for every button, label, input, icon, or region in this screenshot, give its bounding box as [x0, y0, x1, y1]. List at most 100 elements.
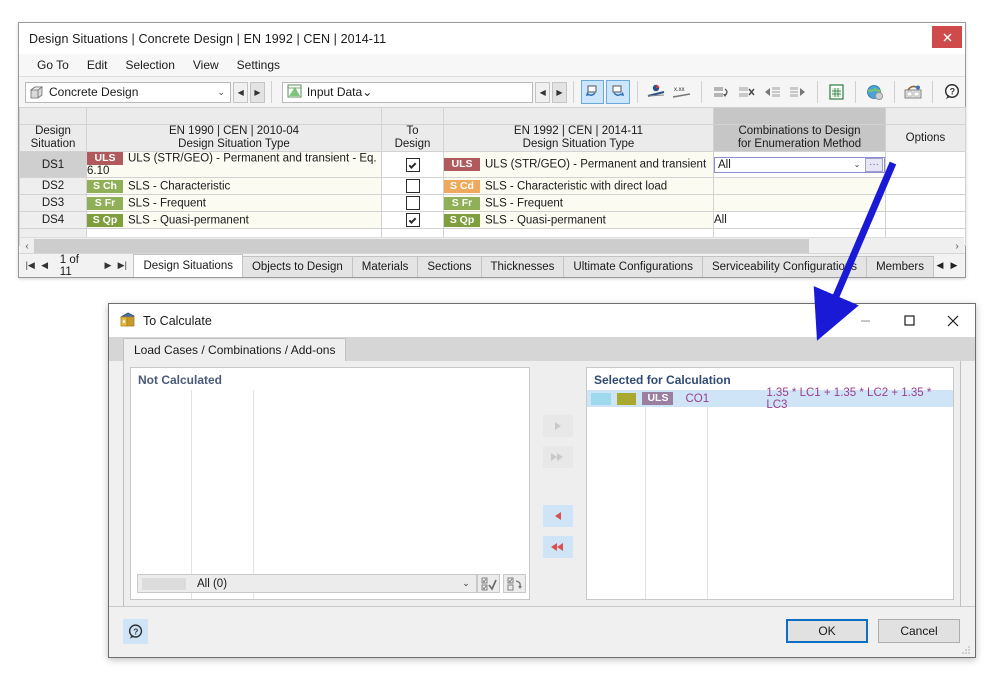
checkbox-to-design-1[interactable]	[405, 157, 420, 172]
table-row[interactable]: DS2 S Ch SLS - Characteristic S Cd SLS - C…	[19, 177, 966, 196]
col-header-to-design[interactable]: To Design	[381, 124, 444, 152]
invert-selection-button[interactable]	[503, 574, 526, 593]
dialog-close-button[interactable]	[931, 304, 975, 337]
module-next-button[interactable]: ▶	[250, 81, 265, 103]
printout-report-button[interactable]	[902, 80, 926, 104]
decimal-places-button[interactable]: x.xx	[671, 80, 695, 104]
menu-item-view[interactable]: View	[184, 56, 228, 74]
table-row[interactable]: DS4 S Qp SLS - Quasi-permanent S Qp SLS - …	[19, 211, 966, 230]
cell-to-design-1[interactable]	[381, 150, 444, 179]
resize-grip-icon[interactable]	[962, 645, 971, 654]
cell-ds-2[interactable]: DS2	[19, 177, 87, 196]
checkbox-to-design-4[interactable]	[405, 213, 420, 228]
record-next-button[interactable]: ▶	[101, 260, 115, 271]
cell-combinations-2[interactable]	[713, 177, 886, 196]
cell-ds-1[interactable]: DS1	[19, 150, 87, 179]
excel-export-button[interactable]	[825, 80, 849, 104]
window-close-button[interactable]	[932, 26, 962, 48]
scroll-thumb[interactable]	[34, 239, 809, 253]
tab-members[interactable]: Members	[866, 256, 934, 277]
table-row[interactable]: DS1 ULS ULS (STR/GEO) - Permanent and tra…	[19, 150, 966, 179]
menu-item-goto[interactable]: Go To	[28, 56, 78, 74]
cell-options-2[interactable]	[885, 177, 966, 196]
cell-en1992-2[interactable]: S Cd SLS - Characteristic with direct loa…	[443, 177, 714, 196]
cell-combinations-1[interactable]: All ⌄ ···	[713, 150, 886, 179]
globe-settings-button[interactable]	[863, 80, 887, 104]
col-header-combinations[interactable]: Combinations to Design for Enumeration M…	[713, 124, 886, 152]
cell-en1990-2[interactable]: S Ch SLS - Characteristic	[86, 177, 382, 196]
undo-redo-right-button[interactable]	[606, 80, 631, 104]
col-header-en1990[interactable]: EN 1990 | CEN | 2010-04 Design Situation…	[86, 124, 382, 152]
cell-combinations-3[interactable]	[713, 194, 886, 213]
tab-thicknesses[interactable]: Thicknesses	[480, 256, 565, 277]
help-button[interactable]: ?	[940, 80, 964, 104]
col-header-options[interactable]: Options	[885, 124, 966, 152]
checkbox-to-design-2[interactable]	[405, 179, 420, 194]
chevron-down-icon-filter[interactable]: ⌄	[456, 578, 476, 589]
dialog-help-button[interactable]: ?	[123, 619, 148, 644]
move-left-button[interactable]	[543, 505, 573, 527]
not-calculated-grid[interactable]	[131, 390, 529, 599]
selected-grid[interactable]: ULS CO1 1.35 * LC1 + 1.35 * LC2 + 1.35 *…	[587, 387, 953, 599]
cell-to-design-4[interactable]	[381, 211, 444, 230]
not-calculated-filter[interactable]: All (0) ⌄	[137, 574, 477, 593]
cell-options-1[interactable]	[885, 150, 966, 179]
cell-en1990-4[interactable]: S Qp SLS - Quasi-permanent	[86, 211, 382, 230]
insert-row-button[interactable]	[709, 80, 733, 104]
scroll-track[interactable]	[34, 239, 950, 253]
chevron-down-icon-cell[interactable]: ⌄	[849, 160, 865, 169]
tab-ultimate-configurations[interactable]: Ultimate Configurations	[563, 256, 703, 277]
move-all-left-button[interactable]	[543, 536, 573, 558]
not-calculated-listbox[interactable]: Not Calculated All (0) ⌄	[130, 367, 530, 600]
cell-ds-3[interactable]: DS3	[19, 194, 87, 213]
export-button[interactable]	[786, 80, 810, 104]
record-prev-button[interactable]: ◀	[37, 260, 51, 271]
cell-ds-4[interactable]: DS4	[19, 211, 87, 230]
table-row[interactable]: DS3 S Fr SLS - Frequent S Fr SLS - Frequen…	[19, 194, 966, 213]
list-item[interactable]: ULS CO1 1.35 * LC1 + 1.35 * LC2 + 1.35 *…	[587, 387, 953, 411]
cell-combinations-4[interactable]: All	[713, 211, 886, 230]
cell-en1992-3[interactable]: S Fr SLS - Frequent	[443, 194, 714, 213]
module-combobox[interactable]: Concrete Design ⌄	[25, 81, 232, 103]
tab-objects-to-design[interactable]: Objects to Design	[241, 256, 353, 277]
data-combobox[interactable]: Input Data ⌄	[281, 81, 534, 103]
selected-for-calculation-listbox[interactable]: Selected for Calculation ULS CO1 1.35 * …	[586, 367, 954, 600]
cell-en1992-1[interactable]: ULS ULS (STR/GEO) - Permanent and transie…	[443, 150, 714, 179]
record-first-button[interactable]: |◀	[23, 260, 37, 271]
tab-design-situations[interactable]: Design Situations	[133, 254, 243, 277]
tab-scroll-left-button[interactable]: ◀	[933, 260, 947, 271]
chevron-down-icon[interactable]: ⌄	[212, 87, 230, 98]
tab-serviceability-configurations[interactable]: Serviceability Configurations	[701, 256, 868, 277]
chevron-down-icon-2[interactable]: ⌄	[362, 85, 372, 99]
ok-button[interactable]: OK	[786, 619, 868, 643]
tab-scroll-right-button[interactable]: ▶	[947, 260, 961, 271]
record-last-button[interactable]: ▶|	[115, 260, 129, 271]
dialog-tab-load-cases[interactable]: Load Cases / Combinations / Add-ons	[123, 338, 347, 361]
cell-options-4[interactable]	[885, 211, 966, 230]
data-prev-button[interactable]: ◀	[535, 81, 551, 103]
import-button[interactable]	[760, 80, 784, 104]
cell-options-3[interactable]	[885, 194, 966, 213]
cancel-button[interactable]: Cancel	[878, 619, 960, 643]
scroll-left-arrow[interactable]: ‹	[20, 241, 34, 252]
data-next-button[interactable]: ▶	[552, 81, 567, 103]
combinations-editor[interactable]: All ⌄ ···	[714, 156, 885, 173]
delete-row-button[interactable]	[735, 80, 759, 104]
undo-redo-left-button[interactable]	[580, 80, 605, 104]
units-button[interactable]	[645, 80, 669, 104]
col-header-design-situation[interactable]: Design Situation	[19, 124, 87, 152]
cell-en1992-4[interactable]: S Qp SLS - Quasi-permanent	[443, 211, 714, 230]
menu-item-selection[interactable]: Selection	[117, 56, 184, 74]
combinations-ellipsis-button[interactable]: ···	[865, 157, 883, 172]
cell-en1990-3[interactable]: S Fr SLS - Frequent	[86, 194, 382, 213]
cell-to-design-2[interactable]	[381, 177, 444, 196]
menu-item-edit[interactable]: Edit	[78, 56, 117, 74]
horizontal-scrollbar[interactable]: ‹ ›	[20, 237, 964, 254]
module-prev-button[interactable]: ◀	[233, 81, 249, 103]
move-right-button[interactable]	[543, 415, 573, 437]
dialog-maximize-button[interactable]	[887, 304, 931, 337]
tab-materials[interactable]: Materials	[351, 256, 419, 277]
move-all-right-button[interactable]	[543, 446, 573, 468]
select-all-button[interactable]	[477, 574, 500, 593]
cell-en1990-1[interactable]: ULS ULS (STR/GEO) - Permanent and transie…	[86, 150, 382, 179]
